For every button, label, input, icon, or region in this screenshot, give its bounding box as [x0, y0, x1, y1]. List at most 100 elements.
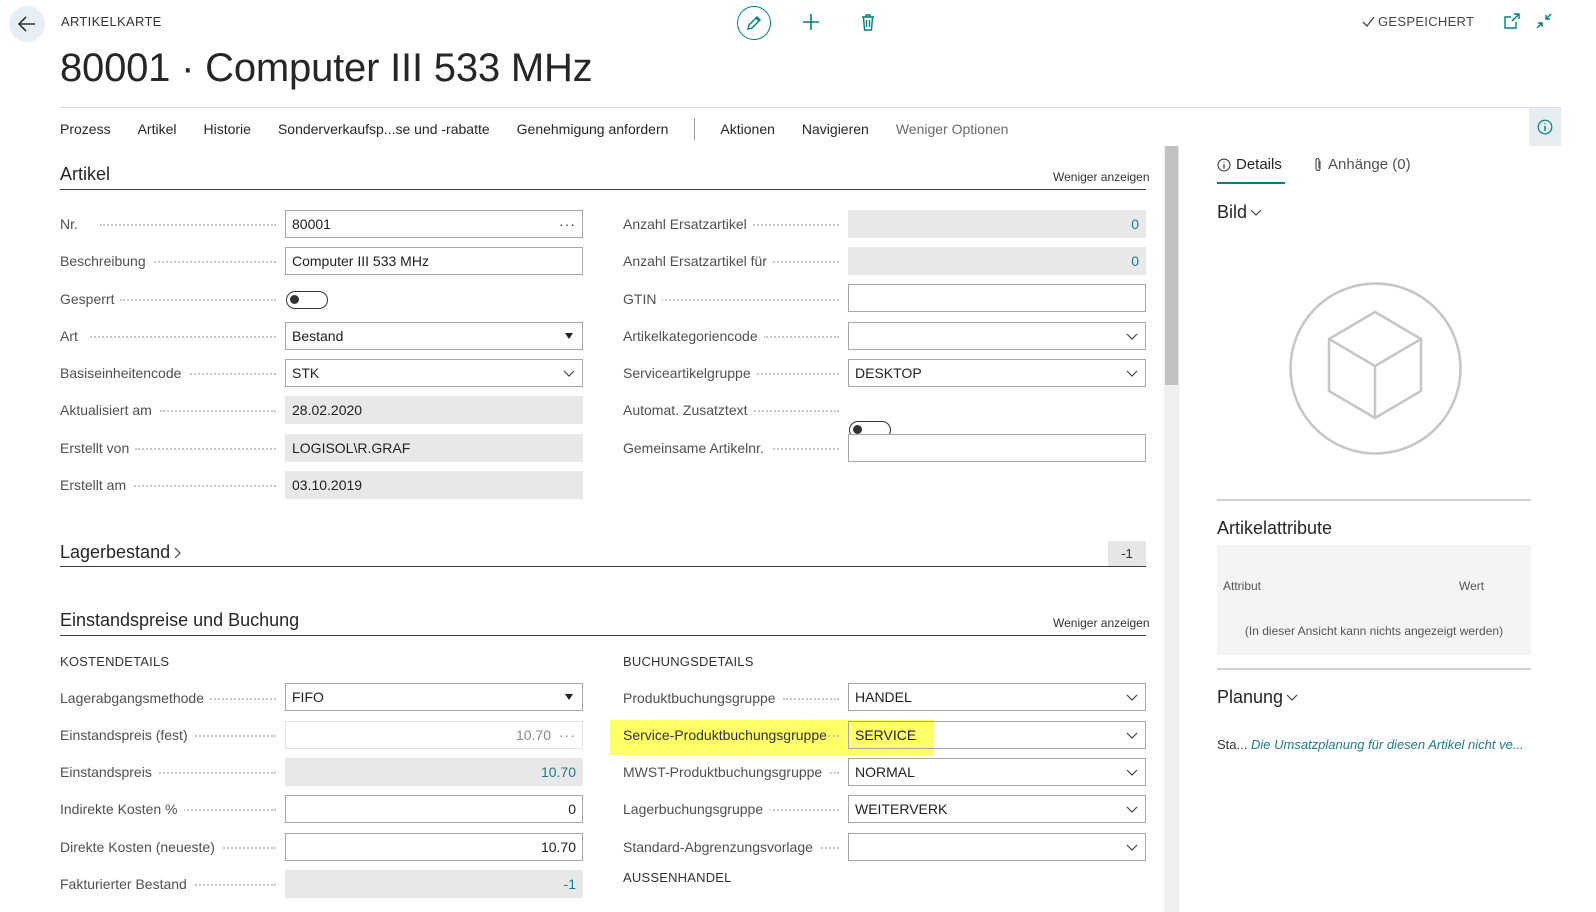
- artikelkategoriencode-dropdown[interactable]: [848, 322, 1146, 350]
- action-weniger-optionen[interactable]: Weniger Optionen: [896, 121, 1009, 137]
- lagerabgangsmethode-select[interactable]: FIFO: [285, 683, 583, 711]
- popout-icon: [1504, 13, 1520, 29]
- item-image-placeholder[interactable]: [1289, 282, 1462, 460]
- forecast-label: Sta...: [1217, 737, 1248, 752]
- factbox-divider: [1217, 499, 1531, 501]
- action-navigieren[interactable]: Navigieren: [802, 121, 869, 137]
- info-icon: [1217, 158, 1231, 171]
- einstandspreis-fest-field: 10.70 ···: [285, 721, 583, 749]
- anzahl-ersatzartikel-fuer-field[interactable]: 0: [848, 247, 1146, 275]
- forecast-status: Sta... Die Umsatzplanung für diesen Arti…: [1217, 737, 1524, 752]
- art-select[interactable]: Bestand: [285, 322, 583, 350]
- open-new-window-button[interactable]: [1503, 12, 1521, 35]
- action-sonderverkaufspreise[interactable]: Sonderverkaufsp...se und -rabatte: [278, 121, 490, 137]
- anzahl-ersatzartikel-field[interactable]: 0: [848, 210, 1146, 238]
- field-label-gemeinsame-artikelnr: Gemeinsame Artikelnr.: [623, 438, 839, 458]
- paperclip-icon: [1315, 157, 1321, 171]
- collapse-button[interactable]: [1535, 12, 1553, 35]
- gemeinsame-artikelnr-input[interactable]: [848, 434, 1146, 462]
- action-genehmigung[interactable]: Genehmigung anfordern: [517, 121, 669, 137]
- info-icon: [1537, 119, 1553, 135]
- field-label-indirekte-kosten: Indirekte Kosten %: [60, 799, 276, 819]
- attribute-column-header: Attribut: [1223, 579, 1262, 593]
- ellipsis-icon[interactable]: ···: [559, 216, 576, 232]
- field-label-automat-zusatztext: Automat. Zusatztext: [623, 400, 839, 420]
- lagerbestand-summary[interactable]: -1: [1108, 541, 1146, 566]
- field-label-einstandspreis: Einstandspreis: [60, 762, 276, 782]
- field-label-basiseinheitencode: Basiseinheitencode: [60, 363, 276, 383]
- chevron-down-icon: [1250, 209, 1262, 216]
- action-bar: Prozess Artikel Historie Sonderverkaufsp…: [60, 118, 1035, 140]
- field-label-erstellt-von: Erstellt von: [60, 438, 276, 458]
- section-rule: [60, 566, 1146, 567]
- action-artikel[interactable]: Artikel: [138, 121, 177, 137]
- chevron-down-icon: [1286, 694, 1298, 701]
- back-button[interactable]: [9, 6, 45, 42]
- einstandspreis-field[interactable]: 10.70: [285, 758, 583, 786]
- delete-button[interactable]: [856, 10, 880, 34]
- basiseinheitencode-dropdown[interactable]: STK: [285, 359, 583, 387]
- collapse-icon: [1536, 13, 1552, 29]
- field-label-standard-abgrenzungsvorlage: Standard-Abgrenzungsvorlage: [623, 837, 839, 857]
- arrow-left-icon: [18, 16, 35, 32]
- action-prozess[interactable]: Prozess: [60, 121, 111, 137]
- scrollbar-thumb[interactable]: [1165, 146, 1178, 385]
- actionbar-divider: [60, 107, 1561, 108]
- chevron-down-icon: [1125, 844, 1139, 851]
- kostendetails-heading: KOSTENDETAILS: [60, 654, 170, 669]
- plus-icon: [803, 14, 819, 30]
- attribute-empty-message: (In dieser Ansicht kann nichts angezeigt…: [1244, 624, 1504, 638]
- beschreibung-input[interactable]: Computer III 533 MHz: [285, 247, 583, 275]
- action-aktionen[interactable]: Aktionen: [720, 121, 774, 137]
- field-label-artikelkategoriencode: Artikelkategoriencode: [623, 326, 839, 346]
- field-label-aktualisiert-am: Aktualisiert am: [60, 400, 276, 420]
- field-label-fakturierter-bestand: Fakturierter Bestand: [60, 874, 276, 894]
- chevron-down-icon: [1125, 370, 1139, 377]
- field-label-anzahl-ersatzartikel-fuer: Anzahl Ersatzartikel für: [623, 251, 839, 271]
- standard-abgrenzungsvorlage-dropdown[interactable]: [848, 833, 1146, 861]
- tab-details[interactable]: Details: [1217, 156, 1282, 173]
- einstand-show-less-link[interactable]: Weniger anzeigen: [1053, 616, 1150, 630]
- artikelattribute-title[interactable]: Artikelattribute: [1217, 518, 1332, 539]
- section-rule: [60, 635, 1146, 636]
- mwst-produktbuchungsgruppe-dropdown[interactable]: NORMAL: [848, 758, 1146, 786]
- field-label-direkte-kosten: Direkte Kosten (neueste): [60, 837, 276, 857]
- field-label-serviceartikelgruppe: Serviceartikelgruppe: [623, 363, 839, 383]
- section-title-lagerbestand[interactable]: Lagerbestand: [60, 542, 181, 563]
- chevron-down-icon: [562, 370, 576, 377]
- value-column-header: Wert: [1459, 579, 1485, 593]
- produktbuchungsgruppe-dropdown[interactable]: HANDEL: [848, 683, 1146, 711]
- gtin-input[interactable]: [848, 284, 1146, 312]
- forecast-link[interactable]: Die Umsatzplanung für diesen Artikel nic…: [1251, 737, 1524, 752]
- field-label-lagerabgangsmethode: Lagerabgangsmethode: [60, 688, 276, 708]
- direkte-kosten-input[interactable]: 10.70: [285, 833, 583, 861]
- aussenhandel-heading: AUSSENHANDEL: [623, 870, 732, 885]
- page-kicker: ARTIKELKARTE: [61, 14, 162, 29]
- field-label-beschreibung: Beschreibung: [60, 251, 276, 271]
- factbox-toggle[interactable]: [1529, 108, 1561, 146]
- lagerbuchungsgruppe-dropdown[interactable]: WEITERVERK: [848, 795, 1146, 823]
- factbox-divider: [1217, 668, 1531, 670]
- actionbar-separator: [694, 118, 696, 140]
- planung-title[interactable]: Planung: [1217, 687, 1298, 708]
- trash-icon: [862, 13, 874, 31]
- chevron-down-icon: [1125, 732, 1139, 739]
- indirekte-kosten-input[interactable]: 0: [285, 795, 583, 823]
- erstellt-am-field: 03.10.2019: [285, 471, 583, 499]
- field-label-gtin: GTIN: [623, 289, 839, 309]
- fakturierter-bestand-field[interactable]: -1: [285, 870, 583, 898]
- bild-title[interactable]: Bild: [1217, 202, 1262, 223]
- field-label-lagerbuchungsgruppe: Lagerbuchungsgruppe: [623, 799, 839, 819]
- pane-divider: [1178, 146, 1179, 912]
- check-icon: [1362, 16, 1375, 27]
- edit-button[interactable]: [737, 6, 771, 40]
- page-title: 80001 · Computer III 533 MHz: [60, 46, 593, 90]
- service-produktbuchungsgruppe-dropdown[interactable]: SERVICE: [848, 721, 1146, 749]
- artikel-show-less-link[interactable]: Weniger anzeigen: [1053, 170, 1150, 184]
- action-historie[interactable]: Historie: [203, 121, 250, 137]
- new-button[interactable]: [799, 10, 823, 34]
- tab-attachments[interactable]: Anhänge (0): [1313, 156, 1411, 173]
- gesperrt-toggle[interactable]: [286, 291, 328, 309]
- serviceartikelgruppe-dropdown[interactable]: DESKTOP: [848, 359, 1146, 387]
- nr-input[interactable]: 80001 ···: [285, 210, 583, 238]
